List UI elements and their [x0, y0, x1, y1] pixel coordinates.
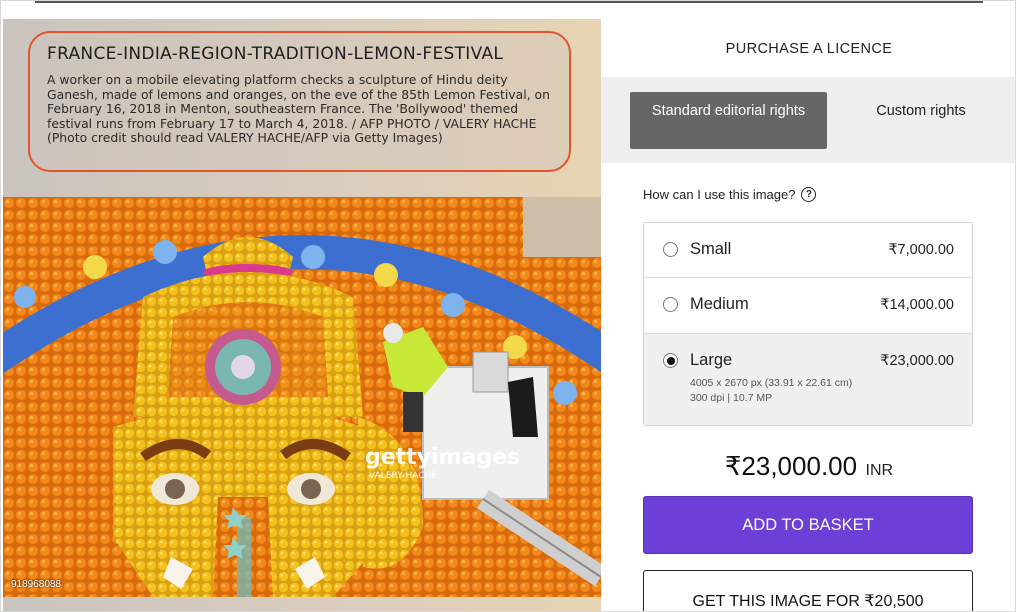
usage-question: How can I use this image? ? [643, 187, 817, 202]
size-name: Medium [690, 295, 749, 313]
image-caption: A worker on a mobile elevating platform … [47, 72, 550, 146]
image-id: 918968088 [11, 579, 62, 590]
get-image-button[interactable]: GET THIS IMAGE FOR ₹20,500 [643, 570, 973, 611]
size-price: ₹14,000.00 [880, 297, 954, 313]
add-to-basket-button[interactable]: ADD TO BASKET [643, 496, 973, 554]
total-amount: ₹23,000.00 [724, 451, 858, 481]
size-dimensions: 4005 x 2670 px (33.91 x 22.61 cm) [690, 377, 853, 389]
image-title: FRANCE-INDIA-REGION-TRADITION-LEMON-FEST… [47, 44, 504, 64]
page-frame: FRANCE-INDIA-REGION-TRADITION-LEMON-FEST… [0, 0, 1016, 612]
size-options: Small ₹7,000.00 Medium ₹14,000.00 Large … [643, 222, 973, 426]
watermark-credit: VALERY HACHE [369, 471, 437, 481]
size-option-large[interactable]: Large ₹23,000.00 4005 x 2670 px (33.91 x… [644, 334, 972, 425]
size-name: Large [690, 351, 733, 369]
purchase-title: PURCHASE A LICENCE [725, 41, 893, 57]
image-area: FRANCE-INDIA-REGION-TRADITION-LEMON-FEST… [3, 19, 601, 611]
top-divider [35, 1, 983, 4]
radio-large[interactable] [663, 353, 678, 368]
radio-small[interactable] [663, 242, 678, 257]
size-option-medium[interactable]: Medium ₹14,000.00 [644, 278, 972, 334]
usage-question-text: How can I use this image? [643, 187, 796, 202]
caption-box: FRANCE-INDIA-REGION-TRADITION-LEMON-FEST… [28, 31, 571, 172]
radio-medium[interactable] [663, 297, 678, 312]
help-icon[interactable]: ? [801, 187, 817, 202]
size-option-small[interactable]: Small ₹7,000.00 [644, 223, 972, 278]
photo[interactable] [3, 197, 601, 597]
tab-standard-editorial-rights[interactable]: Standard editorial rights [630, 92, 827, 149]
total-price: ₹23,000.00 INR [601, 451, 1015, 482]
total-currency: INR [865, 462, 894, 479]
size-price: ₹23,000.00 [880, 353, 954, 369]
size-name: Small [690, 240, 732, 258]
size-price: ₹7,000.00 [888, 242, 954, 258]
size-resolution: 300 dpi | 10.7 MP [690, 392, 773, 404]
tab-custom-rights[interactable]: Custom rights [851, 92, 991, 149]
getty-watermark: gettyimages [365, 445, 521, 470]
ganesh-lemon-sculpture-image [3, 197, 601, 597]
purchase-panel: PURCHASE A LICENCE Standard editorial ri… [601, 19, 1015, 611]
rights-tabs: Standard editorial rights Custom rights [601, 77, 1015, 163]
